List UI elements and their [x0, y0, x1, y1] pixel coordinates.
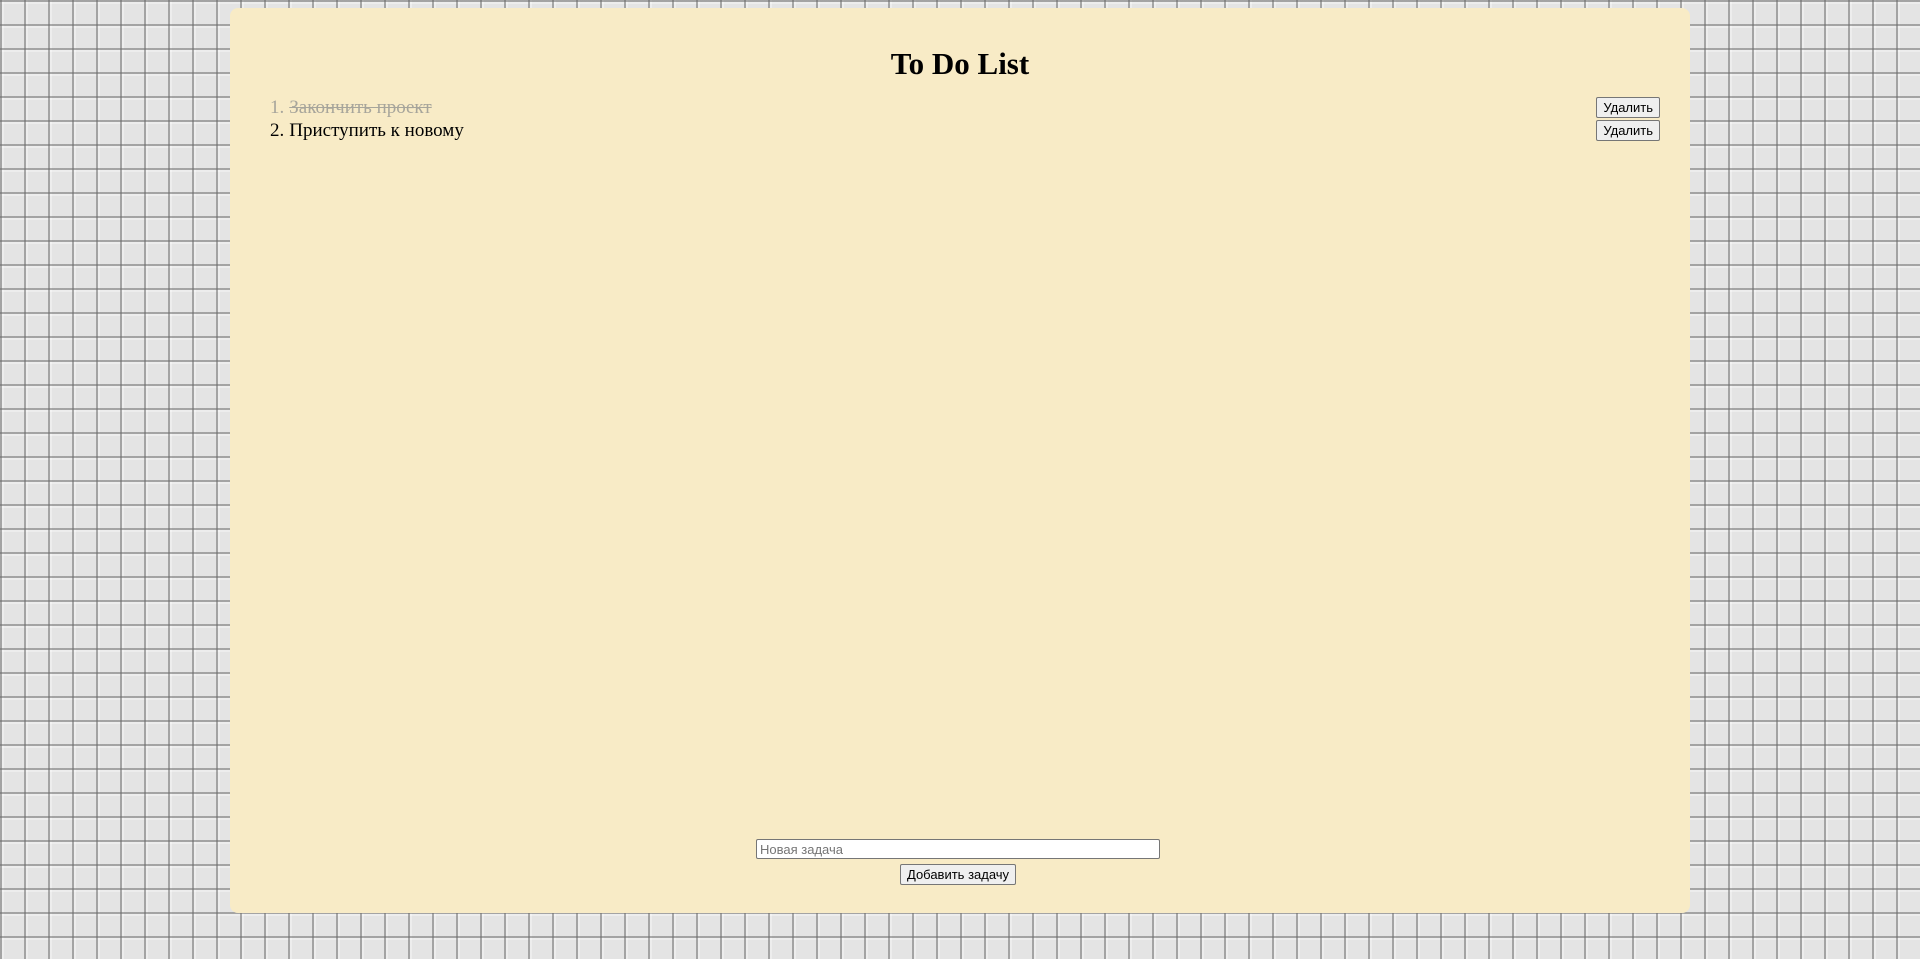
- task-item[interactable]: 2. Приступить к новому Удалить: [270, 119, 1660, 142]
- task-number: 2.: [270, 120, 285, 141]
- new-task-input[interactable]: [756, 839, 1160, 859]
- task-item[interactable]: 1. Закончить проект Удалить: [270, 96, 1660, 119]
- delete-task-button[interactable]: Удалить: [1596, 97, 1660, 118]
- todo-card: To Do List 1. Закончить проект Удалить 2.…: [230, 8, 1690, 913]
- task-number: 1.: [270, 97, 285, 118]
- task-list: 1. Закончить проект Удалить 2. Приступить …: [270, 96, 1660, 142]
- task-text[interactable]: Закончить проект: [289, 97, 431, 118]
- task-text[interactable]: Приступить к новому: [289, 120, 464, 141]
- page-title: To Do List: [890, 46, 1030, 81]
- add-task-button[interactable]: Добавить задачу: [900, 864, 1017, 885]
- delete-task-button[interactable]: Удалить: [1596, 120, 1660, 141]
